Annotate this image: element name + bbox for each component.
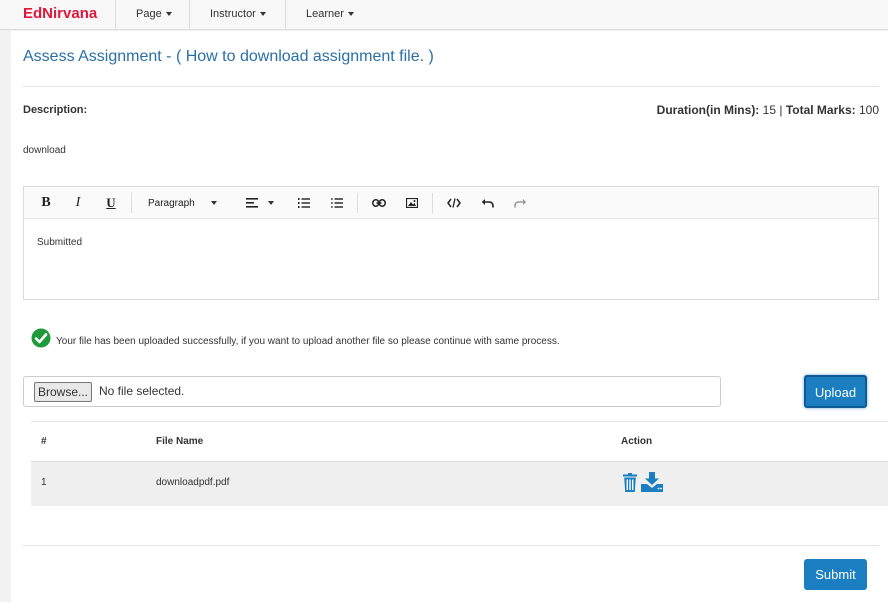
column-header-index: # (41, 436, 47, 447)
undo-icon[interactable] (476, 187, 498, 219)
caret-down-icon (210, 201, 217, 205)
rich-text-editor: B I U Paragraph Submitted (23, 186, 879, 300)
nav-menu-instructor-label: Instructor (210, 8, 256, 20)
caret-down-icon (165, 12, 172, 17)
underline-icon[interactable]: U (101, 187, 121, 219)
redo-glyph (513, 199, 526, 208)
code-icon[interactable] (443, 187, 465, 219)
download-icon[interactable] (641, 472, 663, 492)
code-glyph (447, 198, 461, 208)
italic-icon[interactable]: I (68, 187, 88, 219)
caret-down-icon (268, 201, 274, 205)
ordered-list-glyph (298, 198, 310, 208)
divider (23, 545, 879, 546)
duration-value: 15 (762, 103, 777, 117)
align-left-icon (246, 198, 258, 208)
align-icon[interactable] (242, 187, 278, 219)
divider (23, 86, 879, 87)
paragraph-dropdown-label: Paragraph (148, 197, 195, 209)
nav-menu-page-label: Page (136, 8, 162, 20)
page-title: Assess Assignment - ( How to download as… (23, 48, 434, 65)
column-header-action: Action (621, 436, 653, 447)
paragraph-dropdown[interactable]: Paragraph (142, 187, 222, 219)
duration-info: Duration(in Mins): 15 | Total Marks: 100 (657, 103, 879, 117)
nav-menu-learner-label: Learner (306, 8, 344, 20)
info-separator: | (779, 103, 783, 117)
table-header: # File Name Action (31, 421, 888, 461)
description-text: download (23, 145, 66, 156)
table-row: 1 downloadpdf.pdf (31, 461, 888, 506)
image-glyph (406, 198, 418, 208)
upload-success-message: Your file has been uploaded successfully… (31, 328, 560, 348)
browse-button[interactable]: Browse... (34, 382, 93, 402)
submit-button[interactable]: Submit (804, 559, 867, 590)
nav-menu-instructor[interactable]: Instructor (189, 0, 286, 30)
check-circle-icon (31, 328, 51, 348)
unordered-list-icon[interactable] (327, 187, 347, 219)
ordered-list-icon[interactable] (294, 187, 314, 219)
file-input[interactable]: Browse... No file selected. (23, 376, 721, 407)
upload-button[interactable]: Upload (804, 375, 867, 408)
navbar: EdNirvana Page Instructor Learner (0, 0, 888, 30)
link-icon[interactable] (368, 187, 390, 219)
no-file-text: No file selected. (99, 384, 185, 398)
description-label: Description: (23, 104, 88, 116)
nav-menu-page[interactable]: Page (115, 0, 190, 30)
row-file-name: downloadpdf.pdf (156, 477, 230, 488)
unordered-list-glyph (331, 198, 343, 208)
editor-content[interactable]: Submitted (37, 237, 82, 248)
row-index: 1 (41, 477, 47, 488)
total-marks-value: 100 (858, 103, 879, 117)
caret-down-icon (259, 12, 266, 17)
toolbar-separator (357, 193, 358, 213)
success-text: Your file has been uploaded successfully… (56, 335, 560, 347)
image-icon[interactable] (401, 187, 423, 219)
column-header-file-name: File Name (156, 436, 204, 447)
undo-glyph (481, 199, 494, 208)
duration-label: Duration(in Mins): (656, 103, 760, 117)
trash-icon[interactable] (623, 473, 637, 492)
caret-down-icon (347, 12, 354, 17)
brand-logo[interactable]: EdNirvana (23, 5, 97, 22)
editor-toolbar: B I U Paragraph (24, 187, 878, 219)
bold-icon[interactable]: B (36, 187, 56, 219)
total-marks-label: Total Marks: (785, 103, 856, 117)
nav-menu-learner[interactable]: Learner (285, 0, 375, 30)
toolbar-separator (131, 193, 132, 213)
redo-icon[interactable] (509, 187, 531, 219)
link-glyph (372, 199, 386, 207)
toolbar-separator (432, 193, 433, 213)
